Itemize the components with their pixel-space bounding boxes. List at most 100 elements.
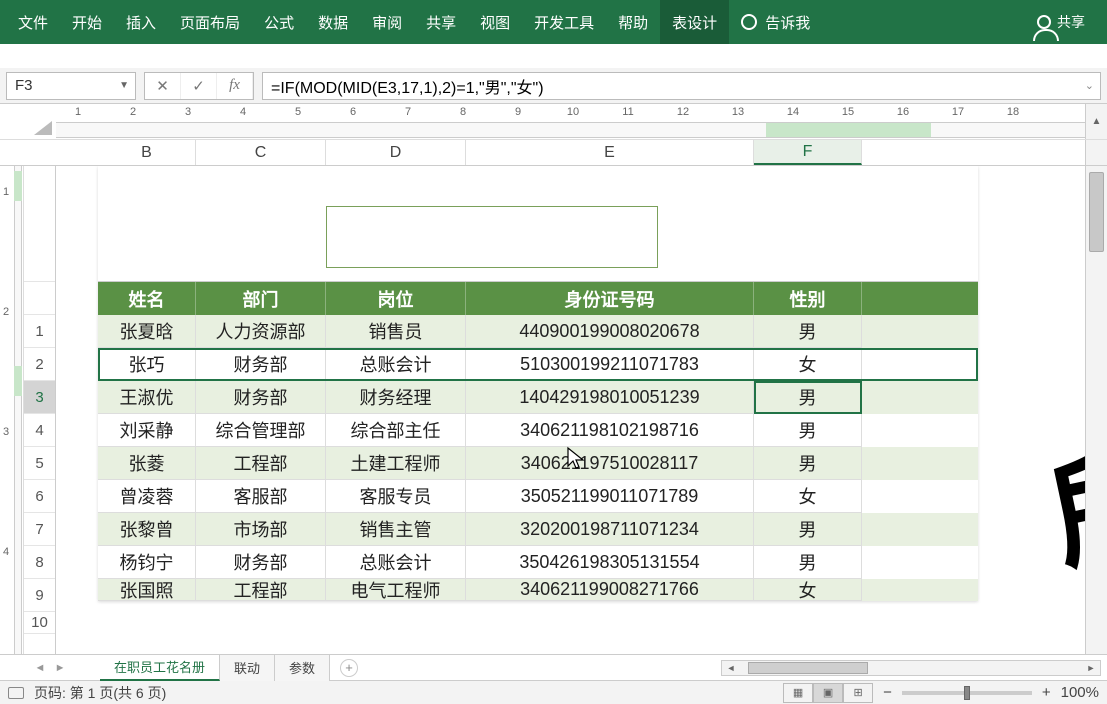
cancel-formula-button[interactable]: ✕ — [145, 73, 181, 99]
table-cell[interactable]: 客服部 — [196, 480, 326, 513]
ribbon-tab-home[interactable]: 开始 — [60, 0, 114, 44]
tell-me[interactable]: 告诉我 — [729, 12, 822, 33]
hscroll-thumb[interactable] — [748, 662, 868, 674]
scrollbar-thumb[interactable] — [1089, 172, 1104, 252]
col-header-F[interactable]: F — [754, 140, 862, 165]
table-cell[interactable]: 440900199008020678 — [466, 315, 754, 348]
table-cell[interactable]: 工程部 — [196, 579, 326, 601]
table-cell[interactable]: 市场部 — [196, 513, 326, 546]
zoom-in[interactable]: + — [1042, 684, 1051, 701]
ribbon-tab-help[interactable]: 帮助 — [606, 0, 660, 44]
table-row[interactable]: 王淑优财务部财务经理140429198010051239男 — [98, 381, 978, 414]
table-row[interactable]: 曾凌蓉客服部客服专员350521199011071789女 — [98, 480, 978, 513]
table-cell[interactable]: 350426198305131554 — [466, 546, 754, 579]
table-cell[interactable]: 工程部 — [196, 447, 326, 480]
sheet-nav[interactable]: ◄ ► — [0, 662, 100, 674]
name-box[interactable]: F3 ▼ — [6, 72, 136, 100]
row-header-1[interactable]: 1 — [24, 315, 55, 348]
view-pagelayout[interactable]: ▣ — [813, 683, 843, 703]
row-header-9[interactable]: 9 — [24, 579, 55, 612]
ribbon-tab-developer[interactable]: 开发工具 — [522, 0, 606, 44]
table-row[interactable]: 张国照工程部电气工程师340621199008271766女 — [98, 579, 978, 601]
formula-input[interactable]: =IF(MOD(MID(E3,17,1),2)=1,"男","女") ⌄ — [262, 72, 1101, 100]
table-cell[interactable]: 男 — [754, 546, 862, 579]
vertical-scrollbar[interactable] — [1085, 166, 1107, 654]
sheet-tab-3[interactable]: 参数 — [275, 655, 330, 681]
row-header-3[interactable]: 3 — [24, 381, 55, 414]
table-row[interactable]: 张夏晗人力资源部销售员440900199008020678男 — [98, 315, 978, 348]
vertical-ruler[interactable]: 1234 — [0, 166, 24, 654]
zoom-slider-thumb[interactable] — [964, 686, 970, 700]
table-cell[interactable]: 销售主管 — [326, 513, 466, 546]
table-cell[interactable]: 340621199008271766 — [466, 579, 754, 601]
table-cell[interactable]: 财务部 — [196, 546, 326, 579]
table-cell[interactable]: 张夏晗 — [98, 315, 196, 348]
table-header-gender[interactable]: 性别 — [754, 282, 862, 315]
table-row[interactable]: 张菱工程部土建工程师340621197510028117男 — [98, 447, 978, 480]
table-cell[interactable]: 刘采静 — [98, 414, 196, 447]
row-header-6[interactable]: 6 — [24, 480, 55, 513]
table-cell[interactable]: 女 — [754, 579, 862, 601]
table-cell[interactable]: 总账会计 — [326, 348, 466, 381]
table-cell[interactable]: 男 — [754, 414, 862, 447]
row-header-10[interactable]: 10 — [24, 612, 55, 634]
ribbon-tab-pagelayout[interactable]: 页面布局 — [168, 0, 252, 44]
table-row[interactable]: 刘采静综合管理部综合部主任340621198102198716男 — [98, 414, 978, 447]
table-cell[interactable]: 王淑优 — [98, 381, 196, 414]
table-cell[interactable]: 510300199211071783 — [466, 348, 754, 381]
table-cell[interactable]: 财务经理 — [326, 381, 466, 414]
row-header-5[interactable]: 5 — [24, 447, 55, 480]
merged-cell[interactable] — [326, 206, 658, 268]
table-row[interactable]: 杨钧宁财务部总账会计350426198305131554男 — [98, 546, 978, 579]
chevron-down-icon[interactable]: ▼ — [119, 80, 129, 91]
table-cell[interactable]: 男 — [754, 315, 862, 348]
merged-header-area[interactable] — [98, 166, 978, 282]
table-cell[interactable]: 女 — [754, 480, 862, 513]
col-header-D[interactable]: D — [326, 140, 466, 165]
table-cell[interactable]: 男 — [754, 513, 862, 546]
table-cell[interactable]: 财务部 — [196, 348, 326, 381]
ribbon-tab-view[interactable]: 视图 — [468, 0, 522, 44]
table-cell[interactable]: 340621197510028117 — [466, 447, 754, 480]
table-row[interactable]: 张黎曾市场部销售主管320200198711071234男 — [98, 513, 978, 546]
hscroll-right[interactable]: ► — [1082, 663, 1100, 673]
col-header-B[interactable]: B — [98, 140, 196, 165]
table-cell[interactable]: 140429198010051239 — [466, 381, 754, 414]
row-header-8[interactable]: 8 — [24, 546, 55, 579]
table-row[interactable]: 张巧财务部总账会计510300199211071783女 — [98, 348, 978, 381]
hscroll-left[interactable]: ◄ — [722, 663, 740, 673]
view-normal[interactable]: ▦ — [783, 683, 813, 703]
table-cell[interactable]: 总账会计 — [326, 546, 466, 579]
ribbon-tab-insert[interactable]: 插入 — [114, 0, 168, 44]
sheet-tab-1[interactable]: 在职员工花名册 — [100, 655, 220, 681]
ribbon-tab-file[interactable]: 文件 — [6, 0, 60, 44]
table-cell[interactable]: 男 — [754, 381, 862, 414]
table-cell[interactable]: 销售员 — [326, 315, 466, 348]
col-header-E[interactable]: E — [466, 140, 754, 165]
accept-formula-button[interactable]: ✓ — [181, 73, 217, 99]
table-cell[interactable]: 张国照 — [98, 579, 196, 601]
sheet-tab-2[interactable]: 联动 — [220, 655, 275, 681]
table-cell[interactable]: 人力资源部 — [196, 315, 326, 348]
table-cell[interactable]: 综合管理部 — [196, 414, 326, 447]
expand-formula-icon[interactable]: ⌄ — [1085, 79, 1094, 92]
row-header-4[interactable]: 4 — [24, 414, 55, 447]
table-cell[interactable]: 曾凌蓉 — [98, 480, 196, 513]
ribbon-tab-tabledesign[interactable]: 表设计 — [660, 0, 729, 44]
ribbon-tab-formulas[interactable]: 公式 — [252, 0, 306, 44]
table-cell[interactable]: 320200198711071234 — [466, 513, 754, 546]
ribbon-tab-data[interactable]: 数据 — [306, 0, 360, 44]
table-cell[interactable]: 土建工程师 — [326, 447, 466, 480]
table-cell[interactable]: 综合部主任 — [326, 414, 466, 447]
table-header-dept[interactable]: 部门 — [196, 282, 326, 315]
row-header-2[interactable]: 2 — [24, 348, 55, 381]
horizontal-scrollbar[interactable]: ◄ ► — [721, 660, 1101, 676]
zoom-out[interactable]: − — [883, 684, 892, 701]
view-pagebreak[interactable]: ⊞ — [843, 683, 873, 703]
table-cell[interactable]: 张菱 — [98, 447, 196, 480]
table-cell[interactable]: 340621198102198716 — [466, 414, 754, 447]
add-sheet-button[interactable]: + — [340, 659, 358, 677]
ribbon-tab-share[interactable]: 共享 — [414, 0, 468, 44]
table-cell[interactable]: 张黎曾 — [98, 513, 196, 546]
col-header-C[interactable]: C — [196, 140, 326, 165]
